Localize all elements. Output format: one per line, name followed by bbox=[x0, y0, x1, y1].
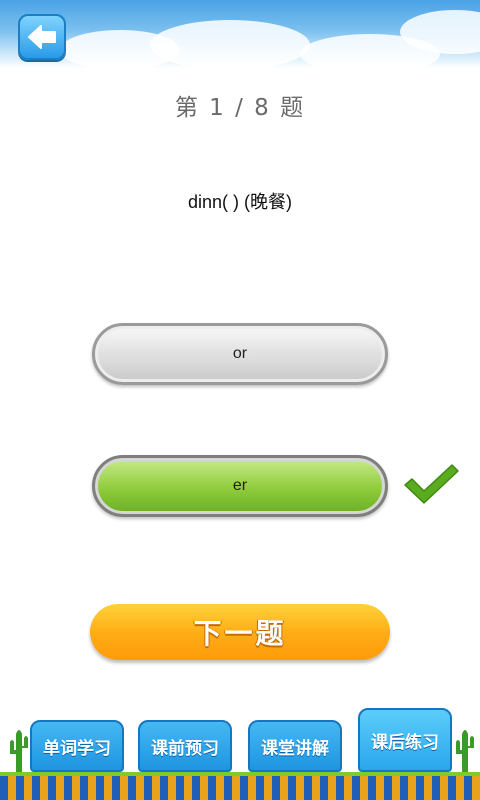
tab-exercise[interactable]: 课后练习 bbox=[358, 708, 452, 772]
sky-header bbox=[0, 0, 480, 68]
tab-label: 课后练习 bbox=[371, 732, 439, 753]
option-label: or bbox=[232, 345, 248, 362]
ground-strip bbox=[0, 776, 480, 800]
tab-label: 单词学习 bbox=[43, 738, 111, 759]
question-text: dinn( ) (晚餐) bbox=[187, 192, 292, 212]
tab-label: 课堂讲解 bbox=[261, 738, 329, 759]
next-question-label: 下一题 bbox=[193, 617, 287, 650]
option-label: er bbox=[232, 477, 248, 494]
tab-preview[interactable]: 课前预习 bbox=[138, 720, 232, 772]
tab-word-study[interactable]: 单词学习 bbox=[30, 720, 124, 772]
arrow-left-icon bbox=[28, 25, 56, 49]
option-button-or[interactable]: or bbox=[92, 323, 388, 385]
checkmark-icon bbox=[404, 464, 459, 504]
option-button-er[interactable]: er bbox=[92, 455, 388, 517]
cloud bbox=[150, 20, 310, 68]
tab-label: 课前预习 bbox=[151, 738, 219, 759]
cactus-decoration bbox=[10, 730, 28, 776]
back-button[interactable] bbox=[18, 14, 66, 60]
progress-title: 第 1 / 8 题 bbox=[174, 95, 306, 121]
tab-lecture[interactable]: 课堂讲解 bbox=[248, 720, 342, 772]
next-question-button[interactable]: 下一题 bbox=[90, 604, 390, 660]
cactus-decoration bbox=[456, 730, 474, 776]
